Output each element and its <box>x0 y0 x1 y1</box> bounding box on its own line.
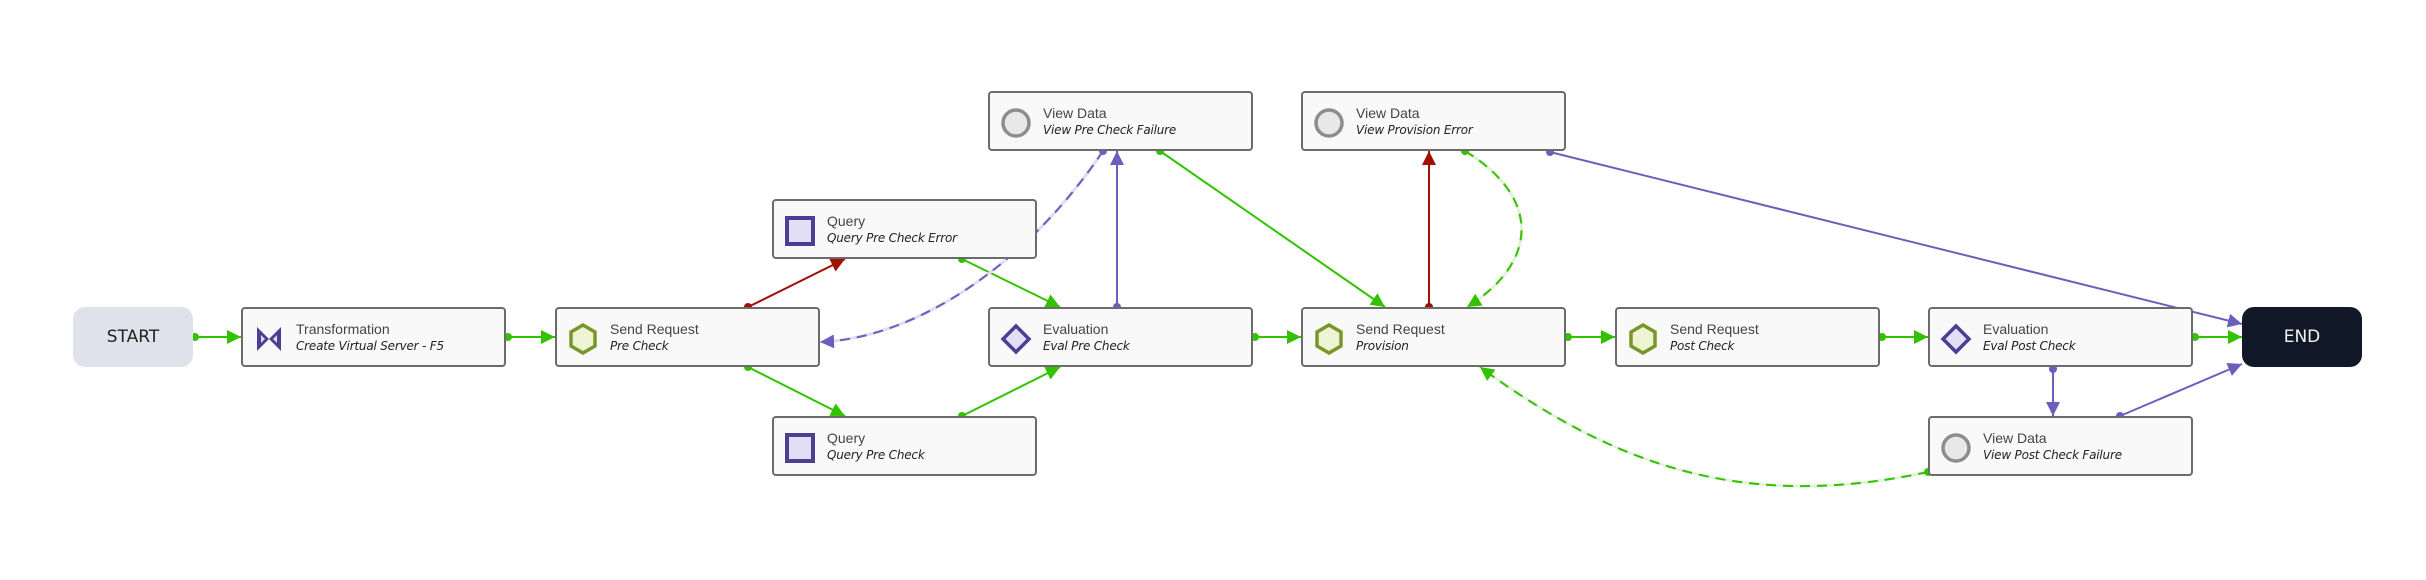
arrowhead-icon <box>1480 367 1496 381</box>
edge-line <box>1159 150 1386 308</box>
edge-view-pre-fail-to-send-prov[interactable] <box>1156 147 1386 308</box>
node-view-provision-error[interactable]: View Data View Provision Error <box>1301 91 1566 151</box>
edge-eval-pre-to-view-pre-fail[interactable] <box>1110 151 1124 311</box>
arrowhead-icon <box>1914 330 1928 344</box>
edge-eval-pre-to-send-prov[interactable] <box>1251 330 1301 344</box>
square-icon <box>785 216 815 246</box>
edge-line <box>1464 150 1523 308</box>
bowtie-icon <box>257 327 281 351</box>
node-type: Transformation <box>296 321 390 337</box>
arrowhead-icon <box>1467 293 1483 307</box>
hexagon-icon <box>1629 323 1657 355</box>
node-type: Evaluation <box>1983 321 2049 337</box>
edge-view-prov-err-to-send-prov[interactable] <box>1461 147 1523 309</box>
node-name: Query Pre Check <box>827 448 925 462</box>
circle-icon <box>1314 108 1344 138</box>
node-transformation[interactable]: Transformation Create Virtual Server - F… <box>241 307 506 367</box>
hexagon-icon <box>1315 323 1343 355</box>
edge-line <box>961 366 1061 417</box>
edge-line <box>747 366 846 417</box>
node-type: Send Request <box>1356 321 1445 337</box>
edge-view-prov-err-to-end[interactable] <box>1546 148 2243 328</box>
edge-query-pre-to-eval-pre[interactable] <box>958 366 1061 420</box>
circle-icon <box>1941 433 1971 463</box>
node-type: Send Request <box>1670 321 1759 337</box>
node-type: View Data <box>1043 105 1107 121</box>
node-name: Pre Check <box>610 339 669 353</box>
node-view-pre-check-failure[interactable]: View Data View Pre Check Failure <box>988 91 1253 151</box>
node-name: View Pre Check Failure <box>1043 123 1177 137</box>
node-type: View Data <box>1983 430 2047 446</box>
edge-line <box>747 258 846 308</box>
node-name: Eval Post Check <box>1983 339 2076 353</box>
end-node[interactable]: END <box>2242 307 2362 367</box>
arrowhead-icon <box>2046 402 2060 416</box>
node-query-pre-check-error[interactable]: Query Query Pre Check Error <box>772 199 1037 259</box>
node-query-pre-check[interactable]: Query Query Pre Check <box>772 416 1037 476</box>
node-view-post-check-failure[interactable]: View Data View Post Check Failure <box>1928 416 2193 476</box>
workflow-edges <box>191 147 2243 488</box>
node-evaluation-post-check[interactable]: Evaluation Eval Post Check <box>1928 307 2193 367</box>
edge-halo <box>1464 149 1523 309</box>
end-label: END <box>2283 327 2321 347</box>
arrowhead-icon <box>1601 330 1615 344</box>
start-node[interactable]: START <box>73 307 193 367</box>
node-name: Query Pre Check Error <box>827 231 957 245</box>
node-name: Post Check <box>1670 339 1735 353</box>
edge-send-pre-to-query-error[interactable] <box>744 258 846 311</box>
arrowhead-icon <box>820 334 835 349</box>
arrowhead-icon <box>2228 330 2242 344</box>
node-type: Query <box>827 213 866 229</box>
node-type: Query <box>827 430 866 446</box>
edge-eval-post-to-end[interactable] <box>2191 330 2242 344</box>
arrowhead-icon <box>2226 313 2242 328</box>
node-name: Provision <box>1356 339 1409 353</box>
arrowhead-icon <box>1422 151 1436 165</box>
node-send-request-provision[interactable]: Send Request Provision <box>1301 307 1566 367</box>
node-evaluation-pre-check[interactable]: Evaluation Eval Pre Check <box>988 307 1253 367</box>
edge-halo <box>1479 365 1929 488</box>
diamond-icon <box>1000 323 1032 355</box>
square-icon <box>785 433 815 463</box>
edge-view-post-fail-to-send-prov[interactable] <box>1479 365 1932 488</box>
node-name: View Provision Error <box>1356 123 1473 137</box>
arrowhead-icon <box>1287 330 1301 344</box>
edge-send-post-to-eval-post[interactable] <box>1878 330 1928 344</box>
arrowhead-icon <box>1110 151 1124 165</box>
edge-send-prov-to-view-prov-err[interactable] <box>1422 151 1436 311</box>
arrowhead-icon <box>1369 293 1385 307</box>
arrowhead-icon <box>541 330 555 344</box>
edge-query-error-to-eval-pre[interactable] <box>958 255 1061 308</box>
node-type: Evaluation <box>1043 321 1109 337</box>
edge-line <box>2119 363 2243 417</box>
node-type: View Data <box>1356 105 1420 121</box>
edge-transformation-to-send-pre[interactable] <box>504 330 555 344</box>
node-type: Send Request <box>610 321 699 337</box>
node-name: Eval Pre Check <box>1043 339 1130 353</box>
edge-line <box>1549 151 2243 325</box>
edge-eval-post-to-view-post-fail[interactable] <box>2046 365 2060 416</box>
node-send-request-pre-check[interactable]: Send Request Pre Check <box>555 307 820 367</box>
node-send-request-post-check[interactable]: Send Request Post Check <box>1615 307 1880 367</box>
edge-view-post-fail-to-end[interactable] <box>2116 363 2243 420</box>
edge-send-pre-to-query-pre[interactable] <box>744 363 846 417</box>
edge-start-to-transformation[interactable] <box>191 330 241 344</box>
circle-icon <box>1001 108 1031 138</box>
hexagon-icon <box>569 323 597 355</box>
edge-line <box>1479 366 1929 488</box>
diamond-icon <box>1940 323 1972 355</box>
node-name: Create Virtual Server - F5 <box>296 339 444 353</box>
edge-send-prov-to-send-post[interactable] <box>1564 330 1615 344</box>
start-label: START <box>106 327 160 347</box>
node-name: View Post Check Failure <box>1983 448 2122 462</box>
arrowhead-icon <box>227 330 241 344</box>
